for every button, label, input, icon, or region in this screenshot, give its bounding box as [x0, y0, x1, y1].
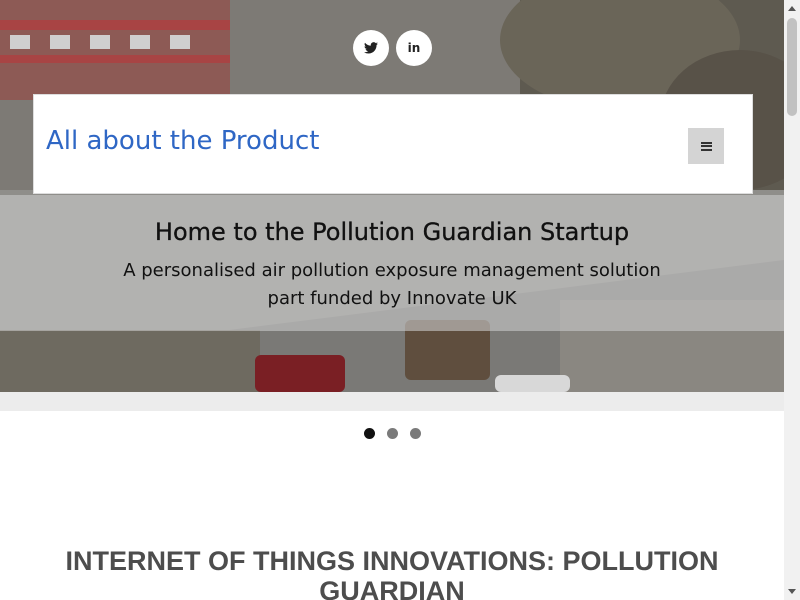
hamburger-icon	[700, 141, 712, 151]
carousel-indicator-2[interactable]	[387, 428, 398, 439]
scroll-up-arrow-icon[interactable]	[788, 6, 796, 11]
carousel-indicators	[364, 428, 421, 439]
twitter-icon[interactable]	[353, 30, 389, 66]
hero-subtitle-line-2: part funded by Innovate UK	[267, 288, 517, 309]
carousel-bottom-strip	[0, 392, 784, 411]
brand-title[interactable]: All about the Product	[46, 126, 319, 156]
scroll-thumb[interactable]	[787, 18, 797, 116]
section-title: INTERNET OF THINGS INNOVATIONS: POLLUTIO…	[65, 546, 719, 600]
carousel-indicator-3[interactable]	[410, 428, 421, 439]
hero-carousel: in All about the Product Home to the Pol…	[0, 0, 784, 392]
page-scrollbar[interactable]	[784, 0, 800, 600]
hero-caption: Home to the Pollution Guardian Startup A…	[0, 195, 784, 331]
header-navbar: All about the Product	[33, 94, 753, 194]
hero-subtitle: A personalised air pollution exposure ma…	[0, 257, 784, 313]
linkedin-icon[interactable]: in	[396, 30, 432, 66]
social-links: in	[353, 30, 432, 66]
menu-toggle-button[interactable]	[688, 128, 724, 164]
scroll-down-arrow-icon[interactable]	[788, 589, 796, 594]
carousel-indicator-1[interactable]	[364, 428, 375, 439]
hero-subtitle-line-1: A personalised air pollution exposure ma…	[123, 260, 661, 281]
hero-title: Home to the Pollution Guardian Startup	[154, 218, 630, 246]
